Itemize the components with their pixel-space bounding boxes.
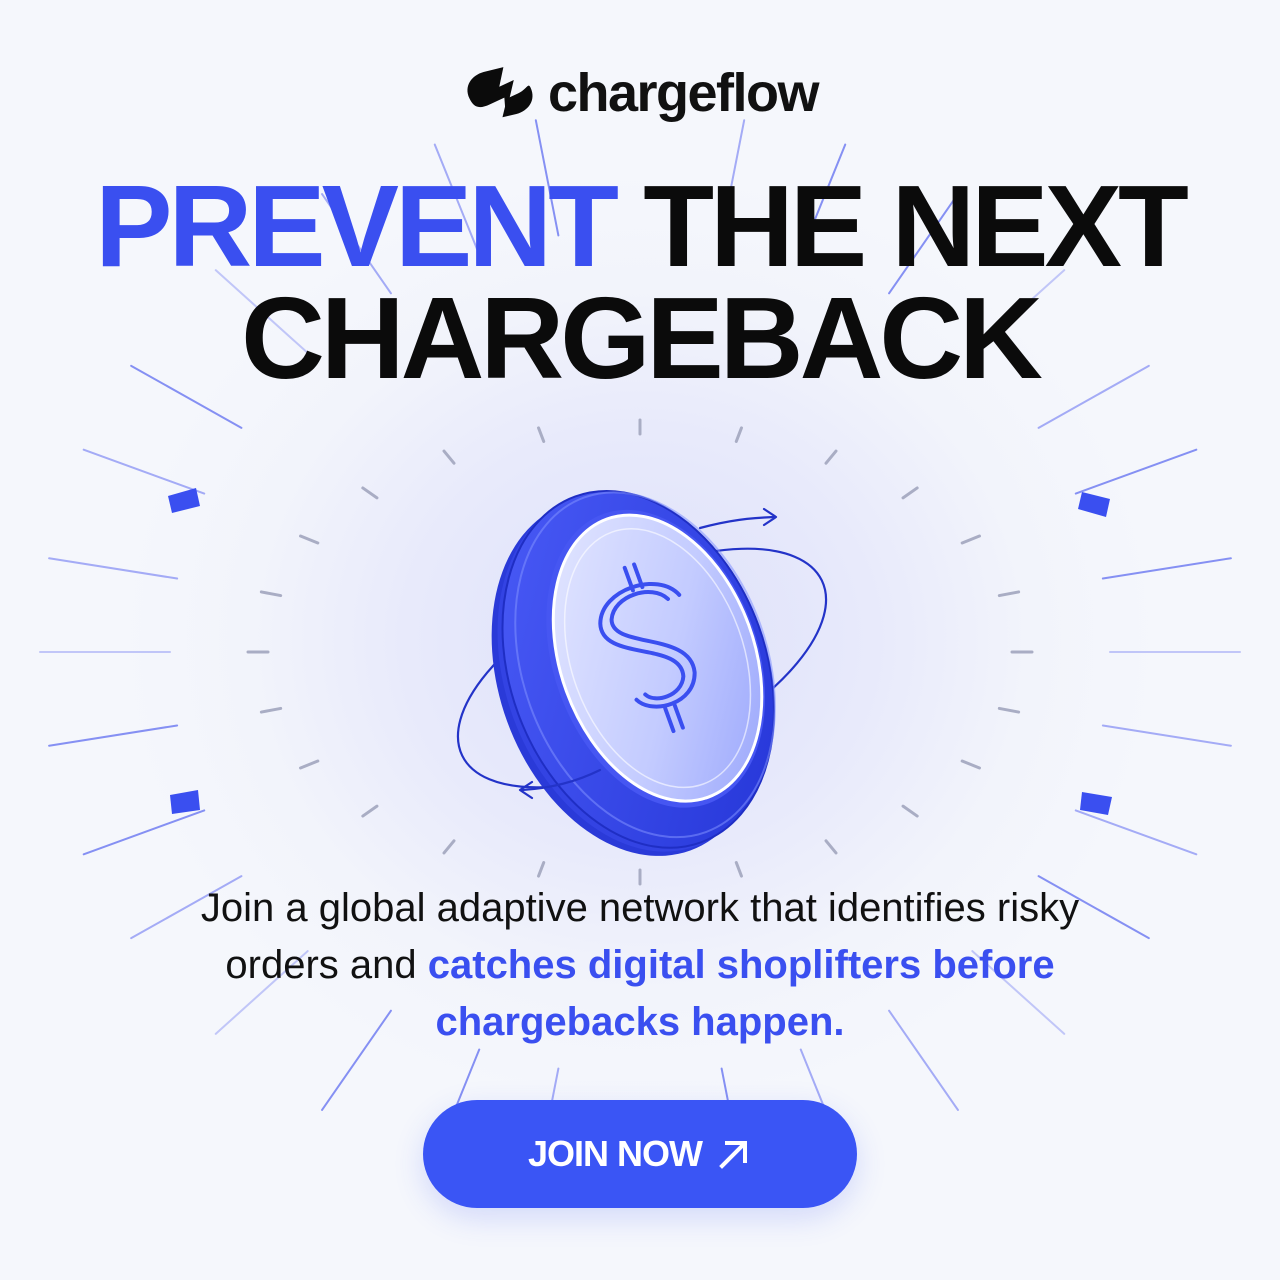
burst-ray xyxy=(48,724,179,747)
join-now-button[interactable]: JOIN NOW xyxy=(423,1100,857,1208)
join-now-label: JOIN NOW xyxy=(527,1133,703,1174)
burst-tick xyxy=(997,706,1021,714)
burst-ray xyxy=(1101,557,1232,580)
burst-tick xyxy=(537,426,546,443)
burst-ray xyxy=(1074,809,1198,856)
burst-tick xyxy=(299,759,320,770)
burst-tick xyxy=(299,534,320,545)
headline: PREVENT THE NEXT CHARGEBACK xyxy=(0,168,1280,396)
burst-tick xyxy=(824,449,838,465)
description: Join a global adaptive network that iden… xyxy=(140,880,1140,1051)
burst-tick xyxy=(901,804,919,818)
burst-ray xyxy=(48,557,179,580)
description-accent: catches digital shoplifters before charg… xyxy=(427,943,1055,1044)
arrow-up-right-icon xyxy=(719,1141,747,1169)
burst-tick xyxy=(901,486,919,500)
burst-tick xyxy=(537,861,546,878)
burst-tick xyxy=(734,861,743,878)
burst-tick xyxy=(361,486,379,500)
burst-tick xyxy=(259,590,283,598)
burst-tick xyxy=(960,759,981,770)
chargeflow-logo-icon xyxy=(467,67,533,118)
burst-tick xyxy=(734,426,743,443)
burst-ray xyxy=(1074,448,1198,495)
burst-tick xyxy=(824,839,838,855)
burst-tick xyxy=(442,449,456,465)
brand-header: chargeflow xyxy=(0,60,1280,126)
burst-tick xyxy=(259,706,283,714)
burst-ray xyxy=(82,809,206,856)
burst-tick xyxy=(442,839,456,855)
burst-tick xyxy=(960,534,981,545)
burst-tick xyxy=(361,804,379,818)
burst-tick xyxy=(997,590,1021,598)
brand-name: chargeflow xyxy=(547,63,820,123)
burst-ray xyxy=(1101,724,1232,747)
burst-ray xyxy=(82,448,206,495)
headline-accent: PREVENT xyxy=(95,161,619,291)
ad-banner: chargeflow PREVENT THE NEXT CHARGEBACK J… xyxy=(0,0,1280,1280)
